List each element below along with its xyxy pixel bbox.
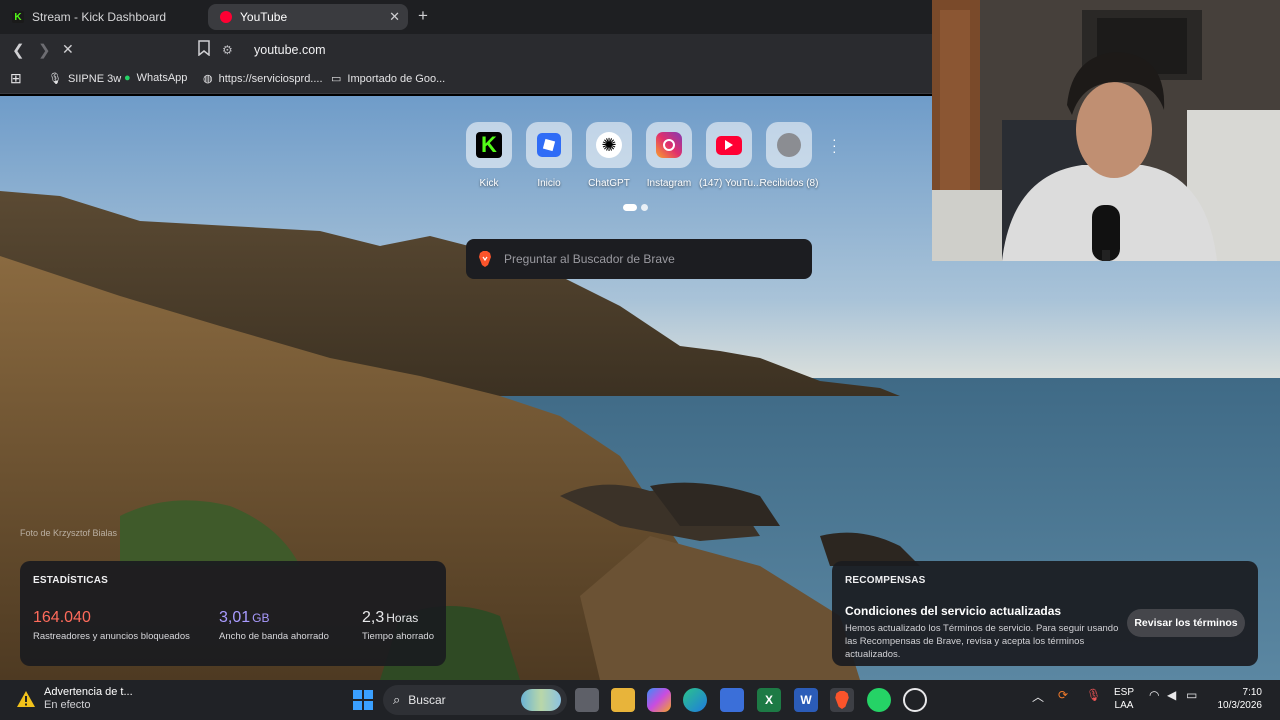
stop-loading-icon[interactable]: ✕ <box>62 41 74 58</box>
word-icon[interactable]: W <box>794 688 818 712</box>
youtube-icon <box>220 11 232 23</box>
microphone-icon[interactable]: 🎙 <box>1086 688 1101 702</box>
taskbar-search[interactable]: ⌕ Buscar <box>383 685 567 715</box>
roblox-icon <box>526 122 572 168</box>
tab-label: Stream - Kick Dashboard <box>32 10 167 24</box>
taskbar-search-label: Buscar <box>408 693 446 707</box>
top-site-kick[interactable]: K Kick <box>459 122 519 189</box>
search-highlight-icon <box>521 689 561 711</box>
mic-icon: 🎙 <box>48 73 62 85</box>
stat-bandwidth: 3,01 GB Ancho de banda ahorrado <box>219 609 329 642</box>
warning-title: Advertencia de t... <box>44 686 133 698</box>
youtube-icon <box>706 122 752 168</box>
sync-icon[interactable]: ⟳ <box>1058 688 1068 702</box>
desktop-screen: K Stream - Kick Dashboard YouTube ✕ + ❮ … <box>0 0 1280 720</box>
site-settings-icon[interactable]: ⚙ <box>222 43 236 57</box>
bookmark-icon[interactable] <box>198 40 210 60</box>
file-explorer-icon[interactable] <box>611 688 635 712</box>
webcam-overlay <box>932 0 1280 261</box>
forward-icon[interactable]: ❯ <box>38 41 51 59</box>
task-view-icon[interactable] <box>575 688 599 712</box>
rewards-title: RECOMPENSAS <box>845 575 926 586</box>
rewards-heading: Condiciones del servicio actualizadas <box>845 604 1062 618</box>
copilot-icon[interactable] <box>647 688 671 712</box>
bookmark-folder-importado[interactable]: ▭ Importado de Goo... <box>331 72 445 86</box>
edge-icon[interactable] <box>683 688 707 712</box>
top-site-chatgpt[interactable]: ✺ ChatGPT <box>579 122 639 189</box>
stats-card: ESTADÍSTICAS 164.040 Rastreadores y anun… <box>20 561 446 666</box>
microsoft-store-icon[interactable] <box>720 688 744 712</box>
url-field[interactable]: ⚙ youtube.com <box>222 37 942 63</box>
excel-icon[interactable]: X <box>757 688 781 712</box>
top-sites-pager[interactable] <box>623 204 648 211</box>
warning-icon <box>17 691 35 707</box>
stats-title: ESTADÍSTICAS <box>33 575 108 586</box>
chatgpt-icon: ✺ <box>586 122 632 168</box>
top-site-recibidos[interactable]: Recibidos (8) <box>759 122 819 189</box>
system-clock[interactable]: 7:10 10/3/2026 <box>1214 686 1263 712</box>
stat-trackers: 164.040 Rastreadores y anuncios bloquead… <box>33 609 190 642</box>
page-dot[interactable] <box>641 204 648 211</box>
brave-lion-icon <box>479 251 491 267</box>
weather-warning-widget[interactable]: Advertencia de t... En efecto <box>16 686 133 712</box>
folder-icon: ▭ <box>331 73 342 85</box>
tab-kick-dashboard[interactable]: K Stream - Kick Dashboard <box>0 4 205 30</box>
volume-icon[interactable]: ◀ <box>1167 688 1176 702</box>
review-terms-button[interactable]: Revisar los términos <box>1127 609 1245 637</box>
plus-icon[interactable]: + <box>418 6 428 26</box>
brave-browser-icon[interactable] <box>830 688 854 712</box>
chevron-up-icon[interactable]: ︿ <box>1032 688 1044 705</box>
stat-time-saved: 2,3 Horas Tiempo ahorrado <box>362 609 434 642</box>
more-options-icon[interactable]: · · · <box>832 132 837 158</box>
apps-grid-icon[interactable]: ⊞ <box>10 70 22 87</box>
tab-youtube[interactable]: YouTube ✕ <box>208 4 408 30</box>
globe-icon: ◍ <box>203 73 213 85</box>
top-site-youtube[interactable]: (147) YouTu... <box>699 122 761 189</box>
brave-search-box[interactable]: Preguntar al Buscador de Brave <box>466 239 812 279</box>
back-icon[interactable]: ❮ <box>12 41 25 59</box>
globe-icon <box>766 122 812 168</box>
battery-icon[interactable]: ▭ <box>1186 688 1197 702</box>
windows-start-icon[interactable] <box>351 688 375 712</box>
bookmark-whatsapp[interactable]: ● WhatsApp <box>124 72 187 84</box>
whatsapp-icon[interactable] <box>867 688 891 712</box>
whatsapp-icon: ● <box>124 72 131 84</box>
instagram-icon <box>646 122 692 168</box>
tab-label: YouTube <box>240 10 288 24</box>
bookmark-servicios[interactable]: ◍ https://serviciosprd.... <box>203 72 323 86</box>
search-placeholder: Preguntar al Buscador de Brave <box>504 252 675 266</box>
windows-taskbar: Advertencia de t... En efecto ⌕ Buscar X… <box>0 680 1280 720</box>
rewards-text: Hemos actualizado los Términos de servic… <box>845 623 1119 660</box>
search-icon: ⌕ <box>393 692 401 707</box>
page-dot-active[interactable] <box>623 204 637 211</box>
rewards-card: RECOMPENSAS Condiciones del servicio act… <box>832 561 1258 666</box>
settings-app-icon[interactable] <box>903 688 927 712</box>
wifi-icon[interactable]: ◠ <box>1149 688 1159 702</box>
close-tab-icon[interactable]: ✕ <box>389 9 400 25</box>
language-indicator[interactable]: ESP LAA <box>1114 686 1134 712</box>
warning-subtitle: En efecto <box>44 699 91 711</box>
top-site-inicio[interactable]: Inicio <box>519 122 579 189</box>
top-site-instagram[interactable]: Instagram <box>639 122 699 189</box>
kick-icon: K <box>12 11 24 23</box>
bookmark-siipne[interactable]: 🎙 SIIPNE 3w <box>48 72 121 86</box>
url-text: youtube.com <box>254 43 326 57</box>
kick-icon: K <box>466 122 512 168</box>
photo-credit[interactable]: Foto de Krzysztof Bialas <box>20 528 117 538</box>
